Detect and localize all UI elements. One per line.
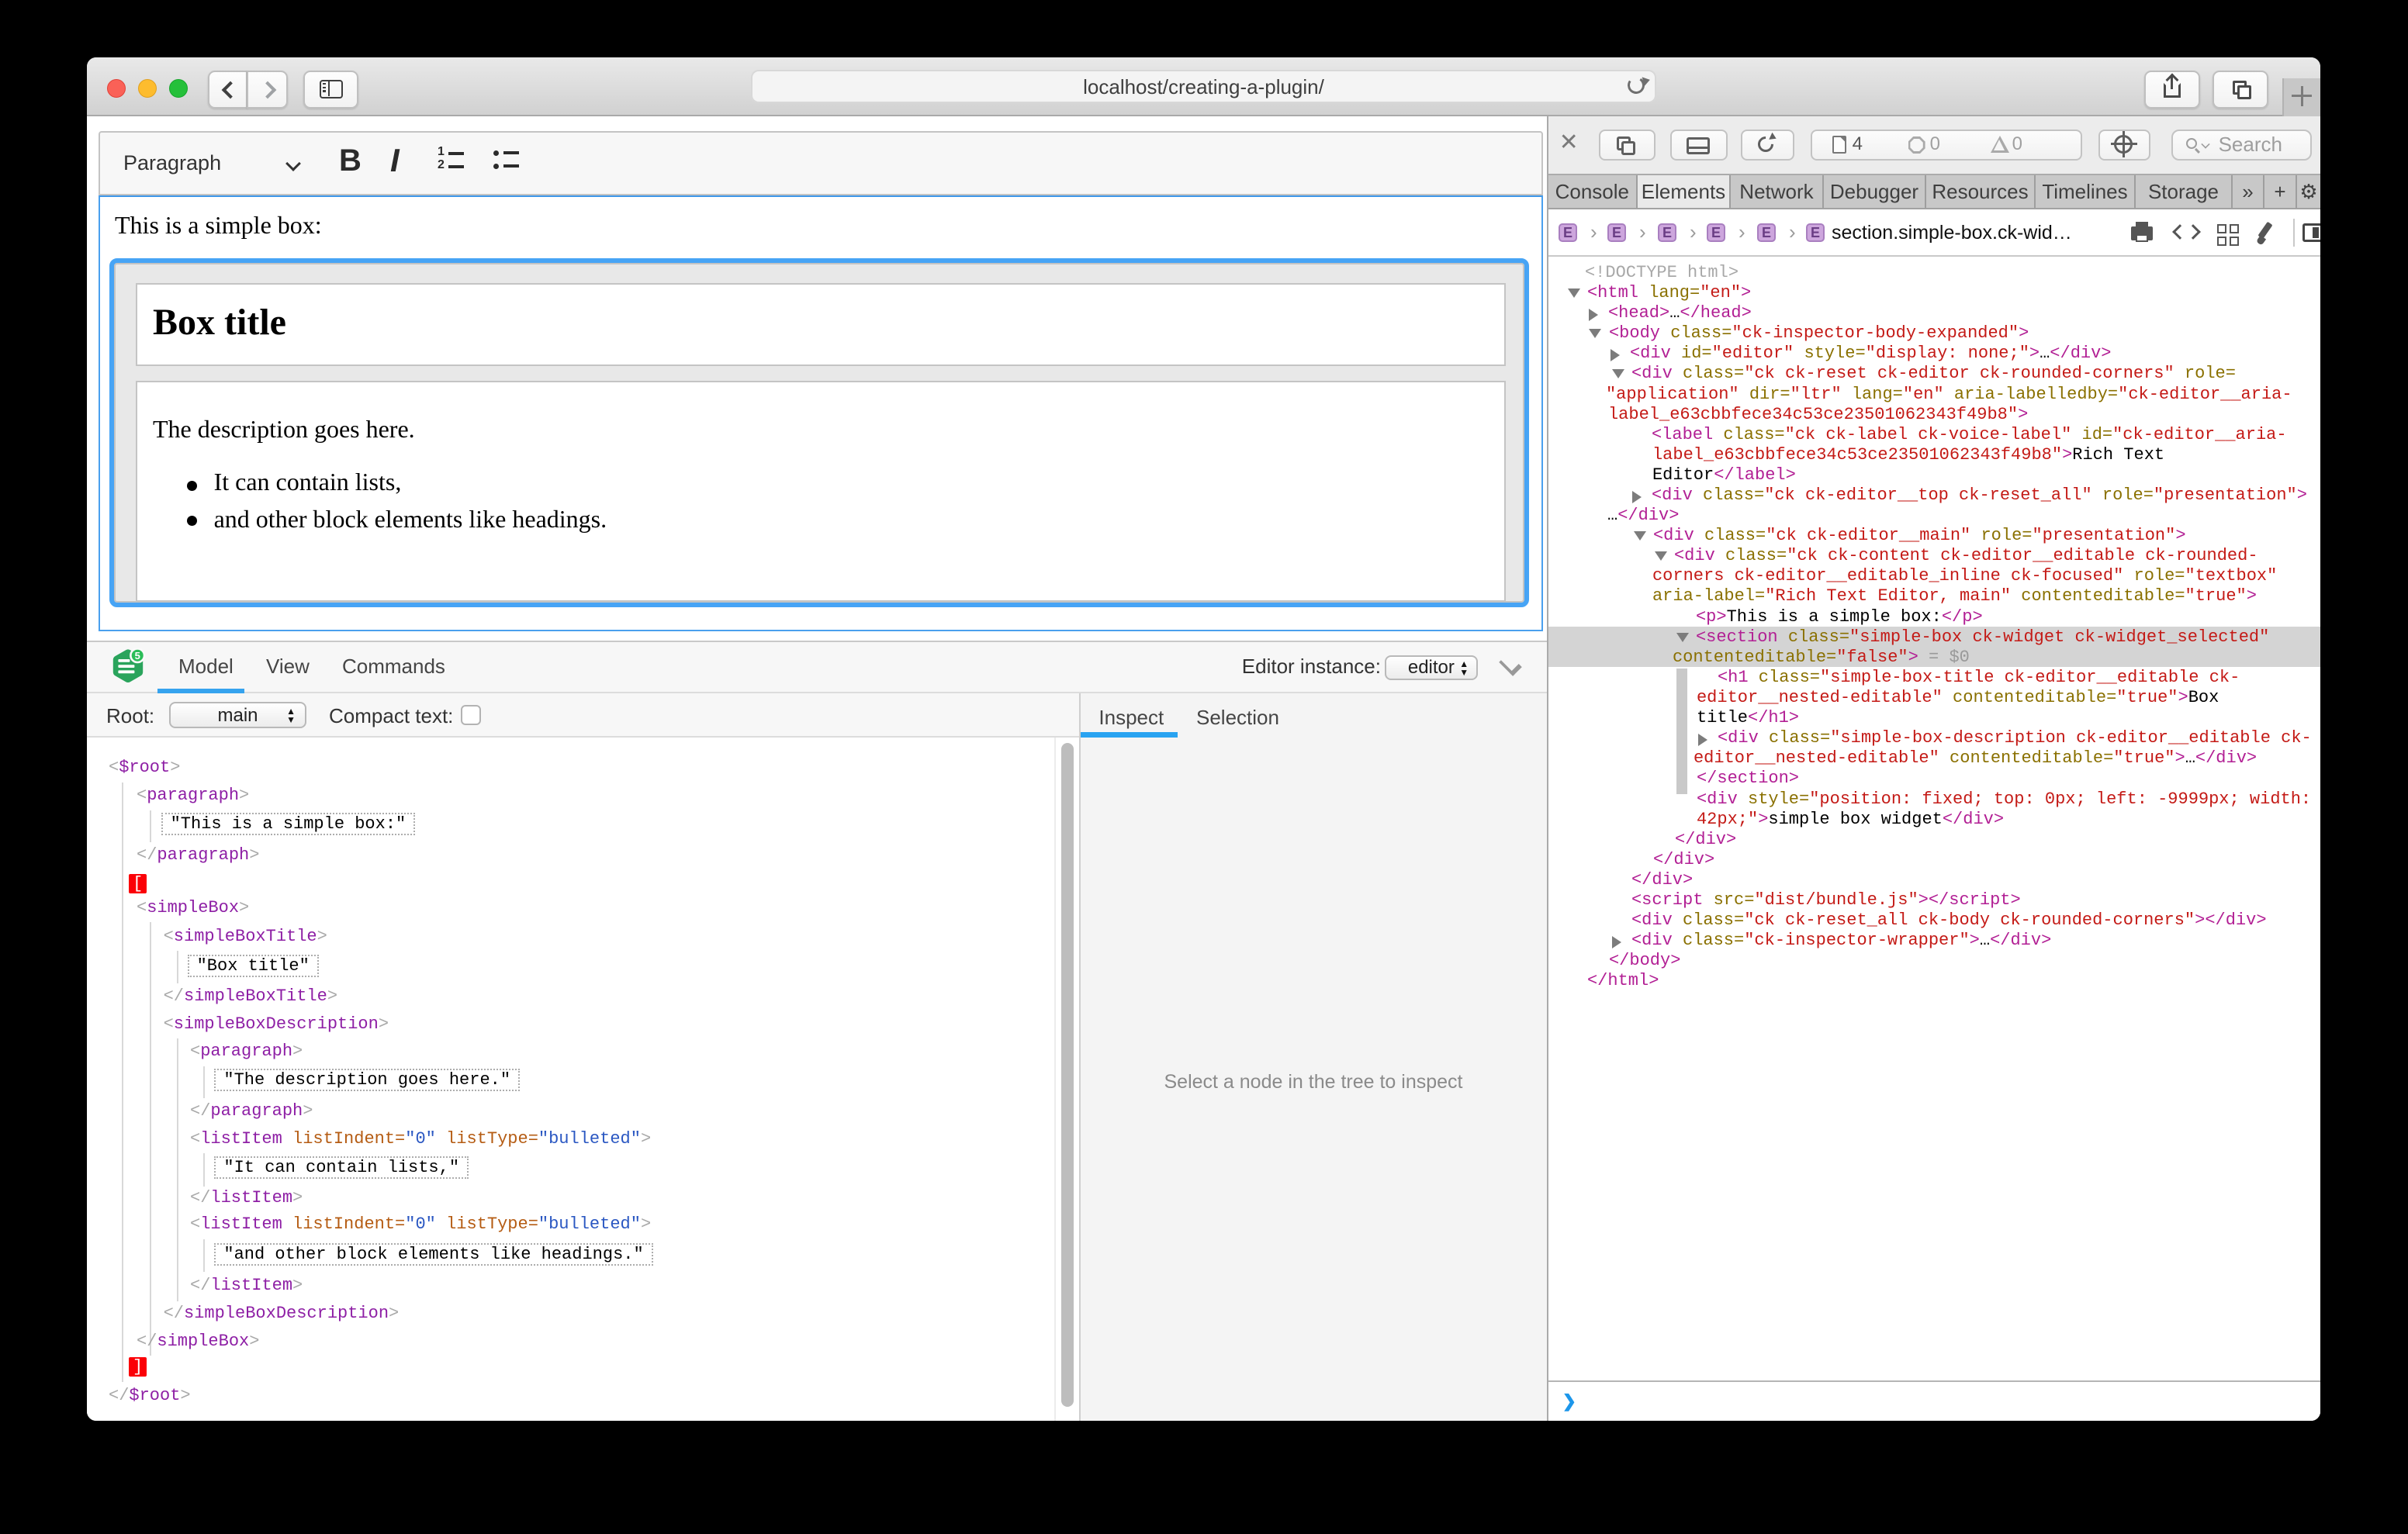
svg-text:5: 5 bbox=[135, 650, 140, 662]
